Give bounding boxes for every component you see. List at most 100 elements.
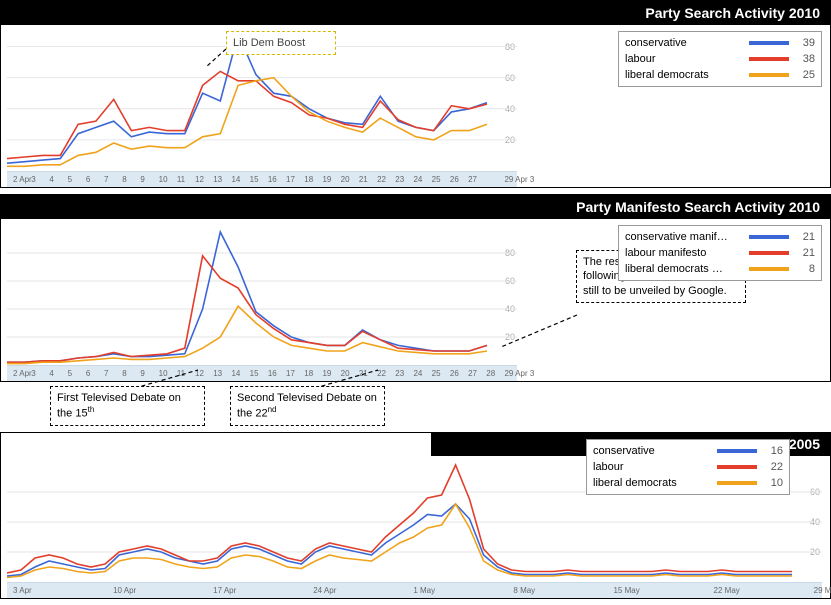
legend-row: conservative 16: [593, 443, 783, 459]
x-tick: 3 Apr: [11, 586, 25, 595]
x-tick: 19: [320, 175, 338, 184]
x-tick: 8 May: [511, 586, 525, 595]
x-tick: 9: [138, 175, 156, 184]
x-tick: 15: [248, 369, 266, 378]
legend-value: 21: [793, 231, 815, 243]
legend-row: labour 22: [593, 459, 783, 475]
legend: conservative39 labour 38 liberal democrats 2…: [618, 31, 822, 87]
legend-value: 21: [793, 247, 815, 259]
x-tick: 12: [193, 175, 211, 184]
x-tick: 1 May: [411, 586, 425, 595]
x-tick: 16: [266, 369, 284, 378]
x-tick: 4: [47, 175, 65, 184]
callout-debate-1: First Televised Debate on the 15th: [50, 386, 205, 426]
x-tick: 6: [84, 175, 102, 184]
x-tick: 4: [47, 369, 65, 378]
legend-swatch: [717, 449, 757, 453]
x-tick: 8: [120, 175, 138, 184]
x-tick: 24: [411, 175, 429, 184]
x-tick: 7: [102, 175, 120, 184]
x-tick: 2 Apr: [11, 175, 29, 184]
x-tick: 17: [284, 369, 302, 378]
chart-svg: [7, 225, 517, 365]
x-tick: 2 Apr: [11, 369, 29, 378]
legend-value: 10: [761, 477, 783, 489]
x-tick: 25: [430, 175, 448, 184]
legend-name: labour: [625, 53, 745, 65]
x-tick: 11: [175, 175, 193, 184]
callout: Lib Dem Boost: [226, 31, 336, 55]
legend-row: conservative39: [625, 35, 815, 51]
x-axis: 2 Apr34567891011121314151617181920212223…: [7, 171, 517, 187]
x-tick: 10 Apr: [111, 586, 125, 595]
chart-panel-2: Party Search Activity 2005conservative16…: [0, 432, 831, 599]
x-axis: 3 Apr 10 Apr 17 Apr 24 Apr 1 May 8 May 15 May 2…: [7, 582, 822, 598]
legend-swatch: [749, 73, 789, 77]
legend-swatch: [749, 41, 789, 45]
legend-name: liberal democrats: [625, 69, 745, 81]
x-tick: 17: [284, 175, 302, 184]
legend-value: 22: [761, 461, 783, 473]
x-tick: 29 Apr 3: [502, 369, 520, 378]
legend-name: conservative: [625, 37, 745, 49]
x-tick: 26: [448, 175, 466, 184]
legend-swatch: [749, 251, 789, 255]
x-tick: 15: [248, 175, 266, 184]
x-tick: 3: [29, 175, 47, 184]
legend-swatch: [717, 465, 757, 469]
x-tick: 14: [229, 175, 247, 184]
x-tick: 5: [66, 175, 84, 184]
legend: conservative manif…21labour manifesto21l…: [618, 225, 822, 281]
x-tick: 24 Apr: [311, 586, 325, 595]
x-tick: 6: [84, 369, 102, 378]
legend-name: conservative manif…: [625, 231, 745, 243]
chart-panel-0: Party Search Activity 2010conservative39…: [0, 0, 831, 188]
legend-value: 16: [761, 445, 783, 457]
legend-name: conservative: [593, 445, 713, 457]
x-tick: 13: [211, 369, 229, 378]
x-tick: 22: [375, 175, 393, 184]
x-tick: 29 Apr 3: [502, 175, 520, 184]
plot-area: 20406080: [7, 225, 517, 365]
x-tick: 23: [393, 175, 411, 184]
legend-row: labour 38: [625, 51, 815, 67]
panel-title: Party Manifesto Search Activity 2010: [1, 195, 830, 219]
legend-swatch: [749, 57, 789, 61]
callout-debate-2: Second Televised Debate on the 22nd: [230, 386, 385, 426]
x-tick: 7: [102, 369, 120, 378]
x-tick: 27: [466, 175, 484, 184]
x-tick: 17 Apr: [211, 586, 225, 595]
x-tick: 14: [229, 369, 247, 378]
legend-row: liberal democrats … 8: [625, 261, 815, 277]
x-tick: 15 May: [611, 586, 625, 595]
x-axis: 2 Apr34567891011121314151617181920212223…: [7, 365, 517, 381]
legend-row: conservative manif… 21: [625, 229, 815, 245]
legend-name: liberal democrats …: [625, 263, 745, 275]
x-tick: 27: [466, 369, 484, 378]
x-tick: 22 May: [712, 586, 726, 595]
x-tick: 25: [430, 369, 448, 378]
x-tick: 10: [157, 175, 175, 184]
x-tick: 23: [393, 369, 411, 378]
legend-name: labour manifesto: [625, 247, 745, 259]
legend-row: liberal democrats 25: [625, 67, 815, 83]
x-tick: 24: [411, 369, 429, 378]
panel-title: Party Search Activity 2010: [1, 1, 830, 25]
legend-row: liberal democrats10: [593, 475, 783, 491]
legend-swatch: [749, 235, 789, 239]
x-tick: 28: [484, 369, 502, 378]
legend-value: 25: [793, 69, 815, 81]
legend: conservative 16 labour 22 liberal democrats1…: [586, 439, 790, 495]
x-tick: 18: [302, 175, 320, 184]
legend-row: labour manifesto 21: [625, 245, 815, 261]
x-tick: 21: [357, 175, 375, 184]
legend-value: 8: [793, 263, 815, 275]
x-tick: 3: [29, 369, 47, 378]
x-tick: 26: [448, 369, 466, 378]
legend-name: labour: [593, 461, 713, 473]
legend-swatch: [749, 267, 789, 271]
x-tick: 16: [266, 175, 284, 184]
x-tick: 5: [66, 369, 84, 378]
x-tick: 20: [339, 175, 357, 184]
legend-value: 38: [793, 53, 815, 65]
